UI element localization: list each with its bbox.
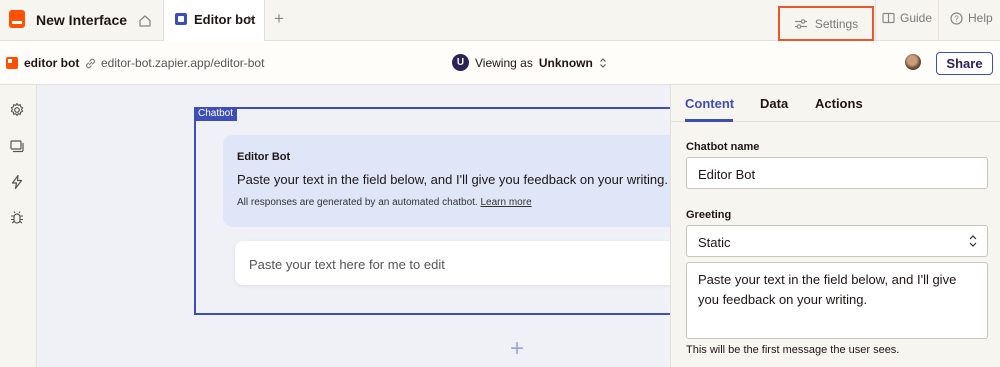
interface-logo-icon bbox=[6, 57, 18, 69]
settings-button[interactable]: Settings bbox=[778, 6, 874, 41]
zapier-logo-icon[interactable] bbox=[9, 10, 25, 28]
interface-url-link[interactable]: editor-bot.zapier.app/editor-bot bbox=[85, 56, 264, 70]
component-tag: Chatbot bbox=[194, 107, 238, 121]
divider bbox=[875, 0, 876, 41]
top-bar: New Interface Editor bot × + Settings Gu… bbox=[0, 0, 1000, 42]
help-label: Help bbox=[968, 11, 993, 25]
tab-data[interactable]: Data bbox=[760, 96, 788, 111]
settings-label: Settings bbox=[814, 16, 859, 31]
lightning-icon[interactable] bbox=[8, 173, 26, 191]
divider bbox=[938, 0, 939, 41]
panel-tabs: Content Data Actions bbox=[671, 85, 1000, 122]
greeting-textarea[interactable]: Paste your text in the field below, and … bbox=[686, 262, 988, 339]
disclaimer: All responses are generated by an automa… bbox=[237, 197, 532, 208]
chat-input-placeholder: Paste your text here for me to edit bbox=[249, 257, 445, 272]
viewing-as-selector[interactable]: U Viewing as Unknown bbox=[452, 54, 607, 71]
guide-label: Guide bbox=[900, 11, 933, 25]
learn-more-link[interactable]: Learn more bbox=[481, 197, 532, 208]
bot-name: Editor Bot bbox=[237, 151, 291, 163]
chatbot-name-label: Chatbot name bbox=[686, 141, 760, 153]
help-circle-icon: ? bbox=[950, 11, 963, 25]
add-component-button[interactable]: + bbox=[510, 337, 524, 361]
chat-input[interactable]: Paste your text here for me to edit bbox=[235, 241, 672, 285]
tab-content[interactable]: Content bbox=[685, 96, 734, 111]
greeting-type-value: Static bbox=[698, 235, 731, 250]
interface-name: editor bot bbox=[24, 56, 80, 70]
app-title: New Interface bbox=[36, 12, 128, 28]
settings-panel: Content Data Actions Chatbot name Editor… bbox=[670, 85, 1000, 367]
interface-header: editor bot editor-bot.zapier.app/editor-… bbox=[0, 41, 1000, 85]
book-icon bbox=[882, 12, 895, 24]
help-button[interactable]: ? Help bbox=[950, 11, 993, 25]
share-button[interactable]: Share bbox=[936, 52, 993, 75]
interface-page-icon bbox=[175, 13, 187, 25]
close-icon[interactable]: × bbox=[247, 11, 255, 26]
bug-icon[interactable] bbox=[8, 209, 26, 227]
home-tab[interactable] bbox=[128, 0, 162, 41]
disclaimer-text: All responses are generated by an automa… bbox=[237, 197, 478, 208]
active-tab-indicator bbox=[685, 119, 733, 122]
chatbot-name-value: Editor Bot bbox=[698, 167, 756, 182]
updown-chevron-icon bbox=[969, 235, 977, 247]
avatar[interactable] bbox=[905, 54, 921, 70]
gear-icon[interactable] bbox=[8, 101, 26, 119]
layout-icon[interactable] bbox=[8, 137, 26, 155]
chatbot-name-field[interactable]: Editor Bot bbox=[686, 157, 988, 189]
tab-actions[interactable]: Actions bbox=[815, 96, 863, 111]
left-sidebar bbox=[0, 85, 37, 367]
bot-message-bubble: Editor Bot Paste your text in the field … bbox=[223, 135, 672, 227]
add-tab-button[interactable]: + bbox=[274, 9, 284, 29]
greeting-label: Greeting bbox=[686, 209, 732, 221]
viewing-as-label: Viewing as bbox=[475, 55, 533, 70]
greeting-message: Paste your text in the field below, and … bbox=[237, 172, 669, 187]
tab-editor-bot[interactable]: Editor bot × bbox=[163, 0, 265, 42]
viewing-as-user: Unknown bbox=[538, 55, 593, 70]
svg-text:?: ? bbox=[954, 14, 959, 23]
user-avatar-badge: U bbox=[452, 54, 469, 71]
interface-url: editor-bot.zapier.app/editor-bot bbox=[101, 56, 265, 70]
updown-chevron-icon bbox=[599, 57, 606, 68]
home-icon bbox=[139, 14, 151, 27]
greeting-type-select[interactable]: Static bbox=[686, 225, 988, 257]
link-icon bbox=[86, 58, 95, 68]
sliders-icon bbox=[794, 18, 807, 29]
greeting-hint: This will be the first message the user … bbox=[686, 344, 900, 356]
guide-button[interactable]: Guide bbox=[882, 11, 932, 25]
